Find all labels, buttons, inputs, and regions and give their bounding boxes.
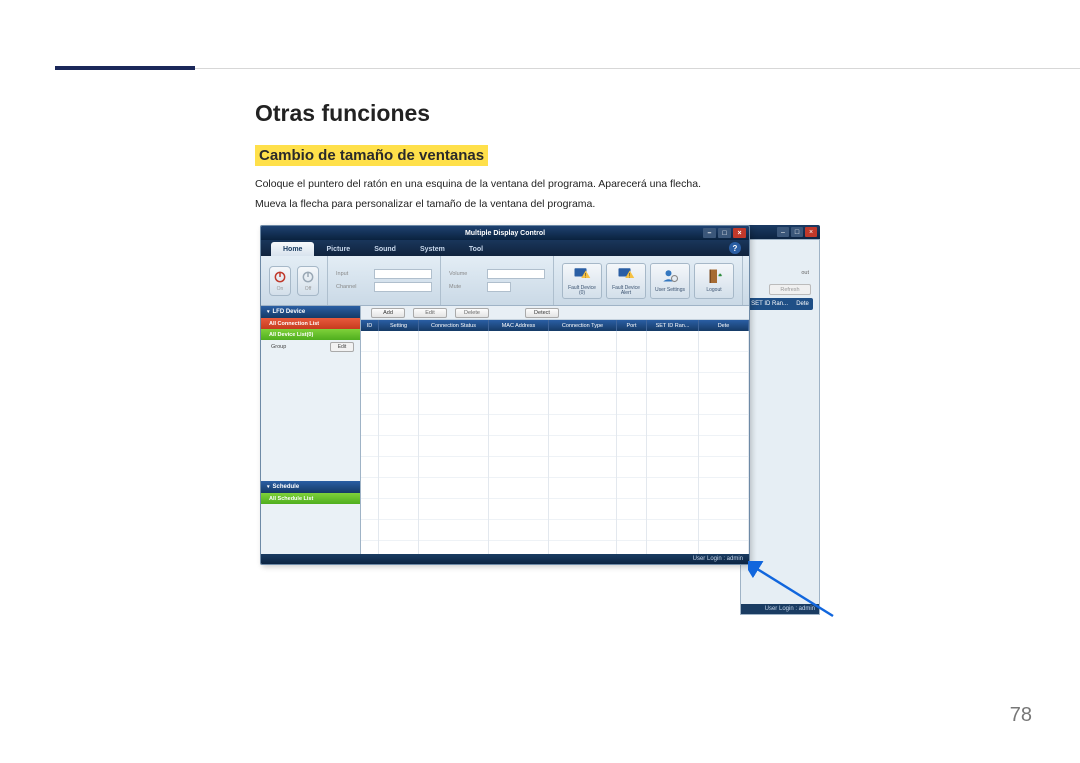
sidebar-all-schedule[interactable]: All Schedule List <box>261 493 360 504</box>
bg-window-titlebar: – □ × <box>740 225 820 239</box>
heading-1: Otras funciones <box>255 100 1030 127</box>
logout-button[interactable]: Logout <box>694 263 734 299</box>
bg-grid-header: SET ID Ran... Dete <box>747 298 813 310</box>
sidebar-all-connection[interactable]: All Connection List <box>261 318 360 329</box>
ribbon-group-power: On Off <box>261 256 328 305</box>
power-icon <box>273 270 287 284</box>
input-label: Input <box>336 271 370 277</box>
ribbon-group-tools: ! Fault Device (0) ! Fault Device Alert … <box>554 256 743 305</box>
titlebar[interactable]: Multiple Display Control – □ × <box>261 226 749 240</box>
page-number: 78 <box>1010 704 1032 727</box>
tab-picture[interactable]: Picture <box>314 242 362 256</box>
ribbon: On Off Input Channel <box>261 256 749 306</box>
tab-system[interactable]: System <box>408 242 457 256</box>
close-icon[interactable]: × <box>733 228 746 238</box>
paragraph-1: Coloque el puntero del ratón en una esqu… <box>255 176 1030 192</box>
power-off-button[interactable]: Off <box>297 266 319 296</box>
minimize-icon[interactable]: – <box>703 228 716 238</box>
volume-input[interactable] <box>487 269 545 279</box>
edit-grid-button[interactable]: Edit <box>413 308 447 318</box>
header-rule-thick <box>55 66 195 70</box>
fault-device-label: Fault Device (0) <box>565 286 599 296</box>
maximize-icon[interactable]: □ <box>718 228 731 238</box>
bg-refresh-button[interactable]: Refresh <box>769 284 811 295</box>
col-set-id[interactable]: SET ID Ran... <box>647 320 699 331</box>
app-window: Multiple Display Control – □ × Home Pict… <box>260 225 750 565</box>
bg-minimize-icon[interactable]: – <box>777 227 789 237</box>
paragraph-2: Mueva la flecha para personalizar el tam… <box>255 196 1030 212</box>
chevron-down-icon-2: ▾ <box>267 484 270 490</box>
col-conn-type[interactable]: Connection Type <box>549 320 617 331</box>
sidebar-schedule-label: Schedule <box>273 484 300 490</box>
edit-button[interactable]: Edit <box>330 342 354 352</box>
help-icon[interactable]: ? <box>729 242 741 254</box>
user-settings-button[interactable]: User Settings <box>650 263 690 299</box>
grid-toolbar: Add Edit Delete Detect <box>361 306 749 320</box>
sidebar-lfd-label: LFD Device <box>273 309 306 315</box>
tab-home[interactable]: Home <box>271 242 314 256</box>
user-settings-label: User Settings <box>655 288 685 293</box>
tab-tool[interactable]: Tool <box>457 242 495 256</box>
col-dete[interactable]: Dete <box>699 320 749 331</box>
channel-label: Channel <box>336 284 370 290</box>
col-id[interactable]: ID <box>361 320 379 331</box>
app-body: ▾LFD Device All Connection List All Devi… <box>261 306 749 554</box>
fault-device-button[interactable]: ! Fault Device (0) <box>562 263 602 299</box>
sidebar-group-row[interactable]: Group Edit <box>261 340 360 354</box>
door-exit-icon <box>704 268 724 286</box>
chevron-down-icon: ▾ <box>267 309 270 315</box>
page-content: Otras funciones Cambio de tamaño de vent… <box>255 100 1030 217</box>
heading-2: Cambio de tamaño de ventanas <box>255 145 488 166</box>
bg-statusbar: User Login : admin <box>741 604 819 614</box>
bg-maximize-icon[interactable]: □ <box>791 227 803 237</box>
monitor-warning-icon: ! <box>572 266 592 284</box>
power-off-icon <box>301 270 315 284</box>
ribbon-group-volume: Volume Mute <box>441 256 554 305</box>
bg-window-body: out Refresh SET ID Ran... Dete User Logi… <box>740 239 820 615</box>
bg-col-dete: Dete <box>796 301 809 307</box>
bg-close-icon[interactable]: × <box>805 227 817 237</box>
sidebar-all-device[interactable]: All Device List(0) <box>261 329 360 340</box>
logout-label: Logout <box>706 288 721 293</box>
col-port[interactable]: Port <box>617 320 647 331</box>
col-mac[interactable]: MAC Address <box>489 320 549 331</box>
fault-alert-button[interactable]: ! Fault Device Alert <box>606 263 646 299</box>
col-conn-status[interactable]: Connection Status <box>419 320 489 331</box>
monitor-alert-icon: ! <box>616 266 636 284</box>
sidebar-group-label: Group <box>271 344 286 350</box>
window-title: Multiple Display Control <box>465 230 545 237</box>
bg-logout-label: out <box>801 270 809 276</box>
power-on-button[interactable]: On <box>269 266 291 296</box>
statusbar: User Login : admin <box>261 554 749 564</box>
status-text: User Login : admin <box>693 556 743 562</box>
add-button[interactable]: Add <box>371 308 405 318</box>
detect-button[interactable]: Detect <box>525 308 559 318</box>
main-tabs: Home Picture Sound System Tool ? <box>261 240 749 256</box>
grid-header: ID Setting Connection Status MAC Address… <box>361 320 749 331</box>
delete-button[interactable]: Delete <box>455 308 489 318</box>
main-panel: Add Edit Delete Detect ID Setting Connec… <box>361 306 749 554</box>
power-off-label: Off <box>305 286 312 292</box>
tab-sound[interactable]: Sound <box>362 242 408 256</box>
grid-body[interactable] <box>361 331 749 554</box>
power-on-label: On <box>277 286 284 292</box>
bg-col-setid: SET ID Ran... <box>751 301 788 307</box>
volume-label: Volume <box>449 271 483 277</box>
sidebar: ▾LFD Device All Connection List All Devi… <box>261 306 361 554</box>
ribbon-group-input: Input Channel <box>328 256 441 305</box>
user-gear-icon <box>660 268 680 286</box>
mute-toggle[interactable] <box>487 282 511 292</box>
header-rule-thin <box>195 68 1080 69</box>
col-setting[interactable]: Setting <box>379 320 419 331</box>
screenshot-area: – □ × out Refresh SET ID Ran... Dete Use… <box>260 225 820 615</box>
sidebar-lfd-header[interactable]: ▾LFD Device <box>261 306 360 318</box>
sidebar-schedule-header[interactable]: ▾Schedule <box>261 481 360 493</box>
input-select[interactable] <box>374 269 432 279</box>
fault-alert-label: Fault Device Alert <box>609 286 643 296</box>
mute-label: Mute <box>449 284 483 290</box>
channel-select[interactable] <box>374 282 432 292</box>
